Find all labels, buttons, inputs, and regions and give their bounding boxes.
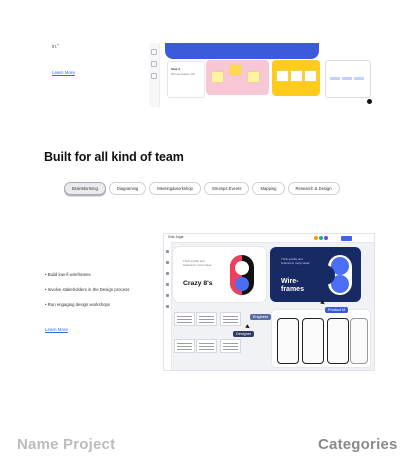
select-tool-icon[interactable] — [166, 250, 169, 253]
pen-tool-icon[interactable] — [151, 73, 157, 79]
tab-mapping[interactable]: Mapping — [252, 182, 285, 195]
crazy-8s-illustration — [230, 255, 254, 295]
cursor-tag-engineer: Engineer — [250, 314, 272, 320]
sketch-frame[interactable] — [196, 312, 217, 326]
pink-frame — [206, 60, 269, 95]
sticky-note[interactable] — [277, 71, 288, 81]
tab-meeting-workshop[interactable]: Meeting&workshop — [149, 182, 201, 195]
tab-research-design[interactable]: Research & Design — [287, 182, 340, 195]
app-toolbar — [164, 242, 172, 370]
list-item: Involve stakeholders in the Design proce… — [45, 287, 130, 292]
feature-list: Build low-fi wireframes Involve stakehol… — [45, 272, 130, 317]
pen-tool-icon[interactable] — [166, 294, 169, 297]
sticky-note[interactable] — [212, 72, 223, 82]
card-title: Crazy 8's — [183, 280, 213, 287]
zoom-controls[interactable] — [351, 99, 373, 105]
team-tabs: Brainstorming Diagraming Meeting&worksho… — [64, 182, 340, 195]
card-title-line-1: Wire- — [281, 278, 299, 285]
list-item: Run engaging design workshops — [45, 302, 129, 307]
wireframes-illustration — [328, 255, 352, 295]
tab-strumps-events[interactable]: Strumps Events — [203, 182, 250, 195]
app-preview: Grid Jugle Think quickly and brainstorm … — [163, 233, 375, 371]
board-preview-top: Step 2 Pick one feature / link — [149, 43, 373, 107]
mobile-wireframes-panel — [272, 310, 370, 367]
yellow-frame — [272, 60, 320, 96]
card-title: Wire-frames — [281, 278, 304, 294]
blue-frame — [165, 43, 319, 59]
app-topbar: Grid Jugle — [164, 234, 374, 243]
template-card-wireframes[interactable]: Think quickly and brainstorm many ideas.… — [270, 247, 361, 302]
avatar — [319, 236, 323, 240]
cursor-icon — [320, 300, 326, 306]
more-icon[interactable] — [166, 305, 169, 308]
sketch-frame[interactable] — [174, 339, 195, 353]
phone-wireframe[interactable] — [327, 318, 349, 364]
avatar — [324, 236, 328, 240]
step-card-title: Step 2 — [171, 67, 181, 71]
section-heading: Built for all kind of team — [44, 150, 184, 164]
board-name: Grid Jugle — [168, 235, 184, 239]
sketch-frame[interactable] — [220, 312, 241, 326]
sticky-tool-icon[interactable] — [166, 261, 169, 264]
shape-tool-icon[interactable] — [151, 61, 157, 67]
top-caption: in." — [52, 44, 60, 50]
phone-wireframe[interactable] — [277, 318, 299, 364]
categories-label: Categories — [318, 436, 398, 453]
card-description: Think quickly and brainstorm many ideas. — [281, 257, 311, 265]
sketch-frame[interactable] — [174, 312, 195, 326]
sketch-frame[interactable] — [220, 339, 241, 353]
template-card-crazy-8s[interactable]: Think quickly and brainstorm many ideas.… — [173, 247, 266, 302]
tab-brainstorming[interactable]: Brainstorming — [64, 182, 106, 195]
card-title-line-2: frames — [281, 286, 304, 293]
step-card: Step 2 Pick one feature / link — [167, 61, 205, 98]
sketch-frame[interactable] — [196, 339, 217, 353]
top-learn-more-link[interactable]: Learn More — [52, 70, 75, 75]
side-panel — [325, 60, 371, 98]
phone-wireframe[interactable] — [302, 318, 324, 364]
cursor-tag-designer: Designer — [233, 331, 255, 337]
step-card-sub: Pick one feature / link — [171, 73, 195, 76]
sticky-note[interactable] — [230, 65, 241, 75]
name-project-label: Name Project — [17, 436, 116, 453]
avatar — [314, 236, 318, 240]
tab-diagraming[interactable]: Diagraming — [108, 182, 147, 195]
phone-wireframe[interactable] — [350, 318, 368, 364]
list-item: Build low-fi wireframes — [45, 272, 129, 277]
sticky-note[interactable] — [248, 72, 259, 82]
text-tool-icon[interactable] — [166, 272, 169, 275]
shape-tool-icon[interactable] — [166, 283, 169, 286]
cursor-tag-product: Product M — [325, 307, 349, 313]
wireframe-sketches — [174, 312, 266, 366]
share-button[interactable] — [341, 235, 352, 241]
sticky-note[interactable] — [291, 71, 302, 81]
help-icon[interactable] — [367, 99, 372, 104]
card-description: Think quickly and brainstorm many ideas. — [183, 259, 213, 267]
select-tool-icon[interactable] — [151, 49, 157, 55]
board-toolbar — [149, 43, 160, 107]
sticky-note[interactable] — [305, 71, 316, 81]
feature-learn-more-link[interactable]: Learn More — [45, 327, 68, 332]
